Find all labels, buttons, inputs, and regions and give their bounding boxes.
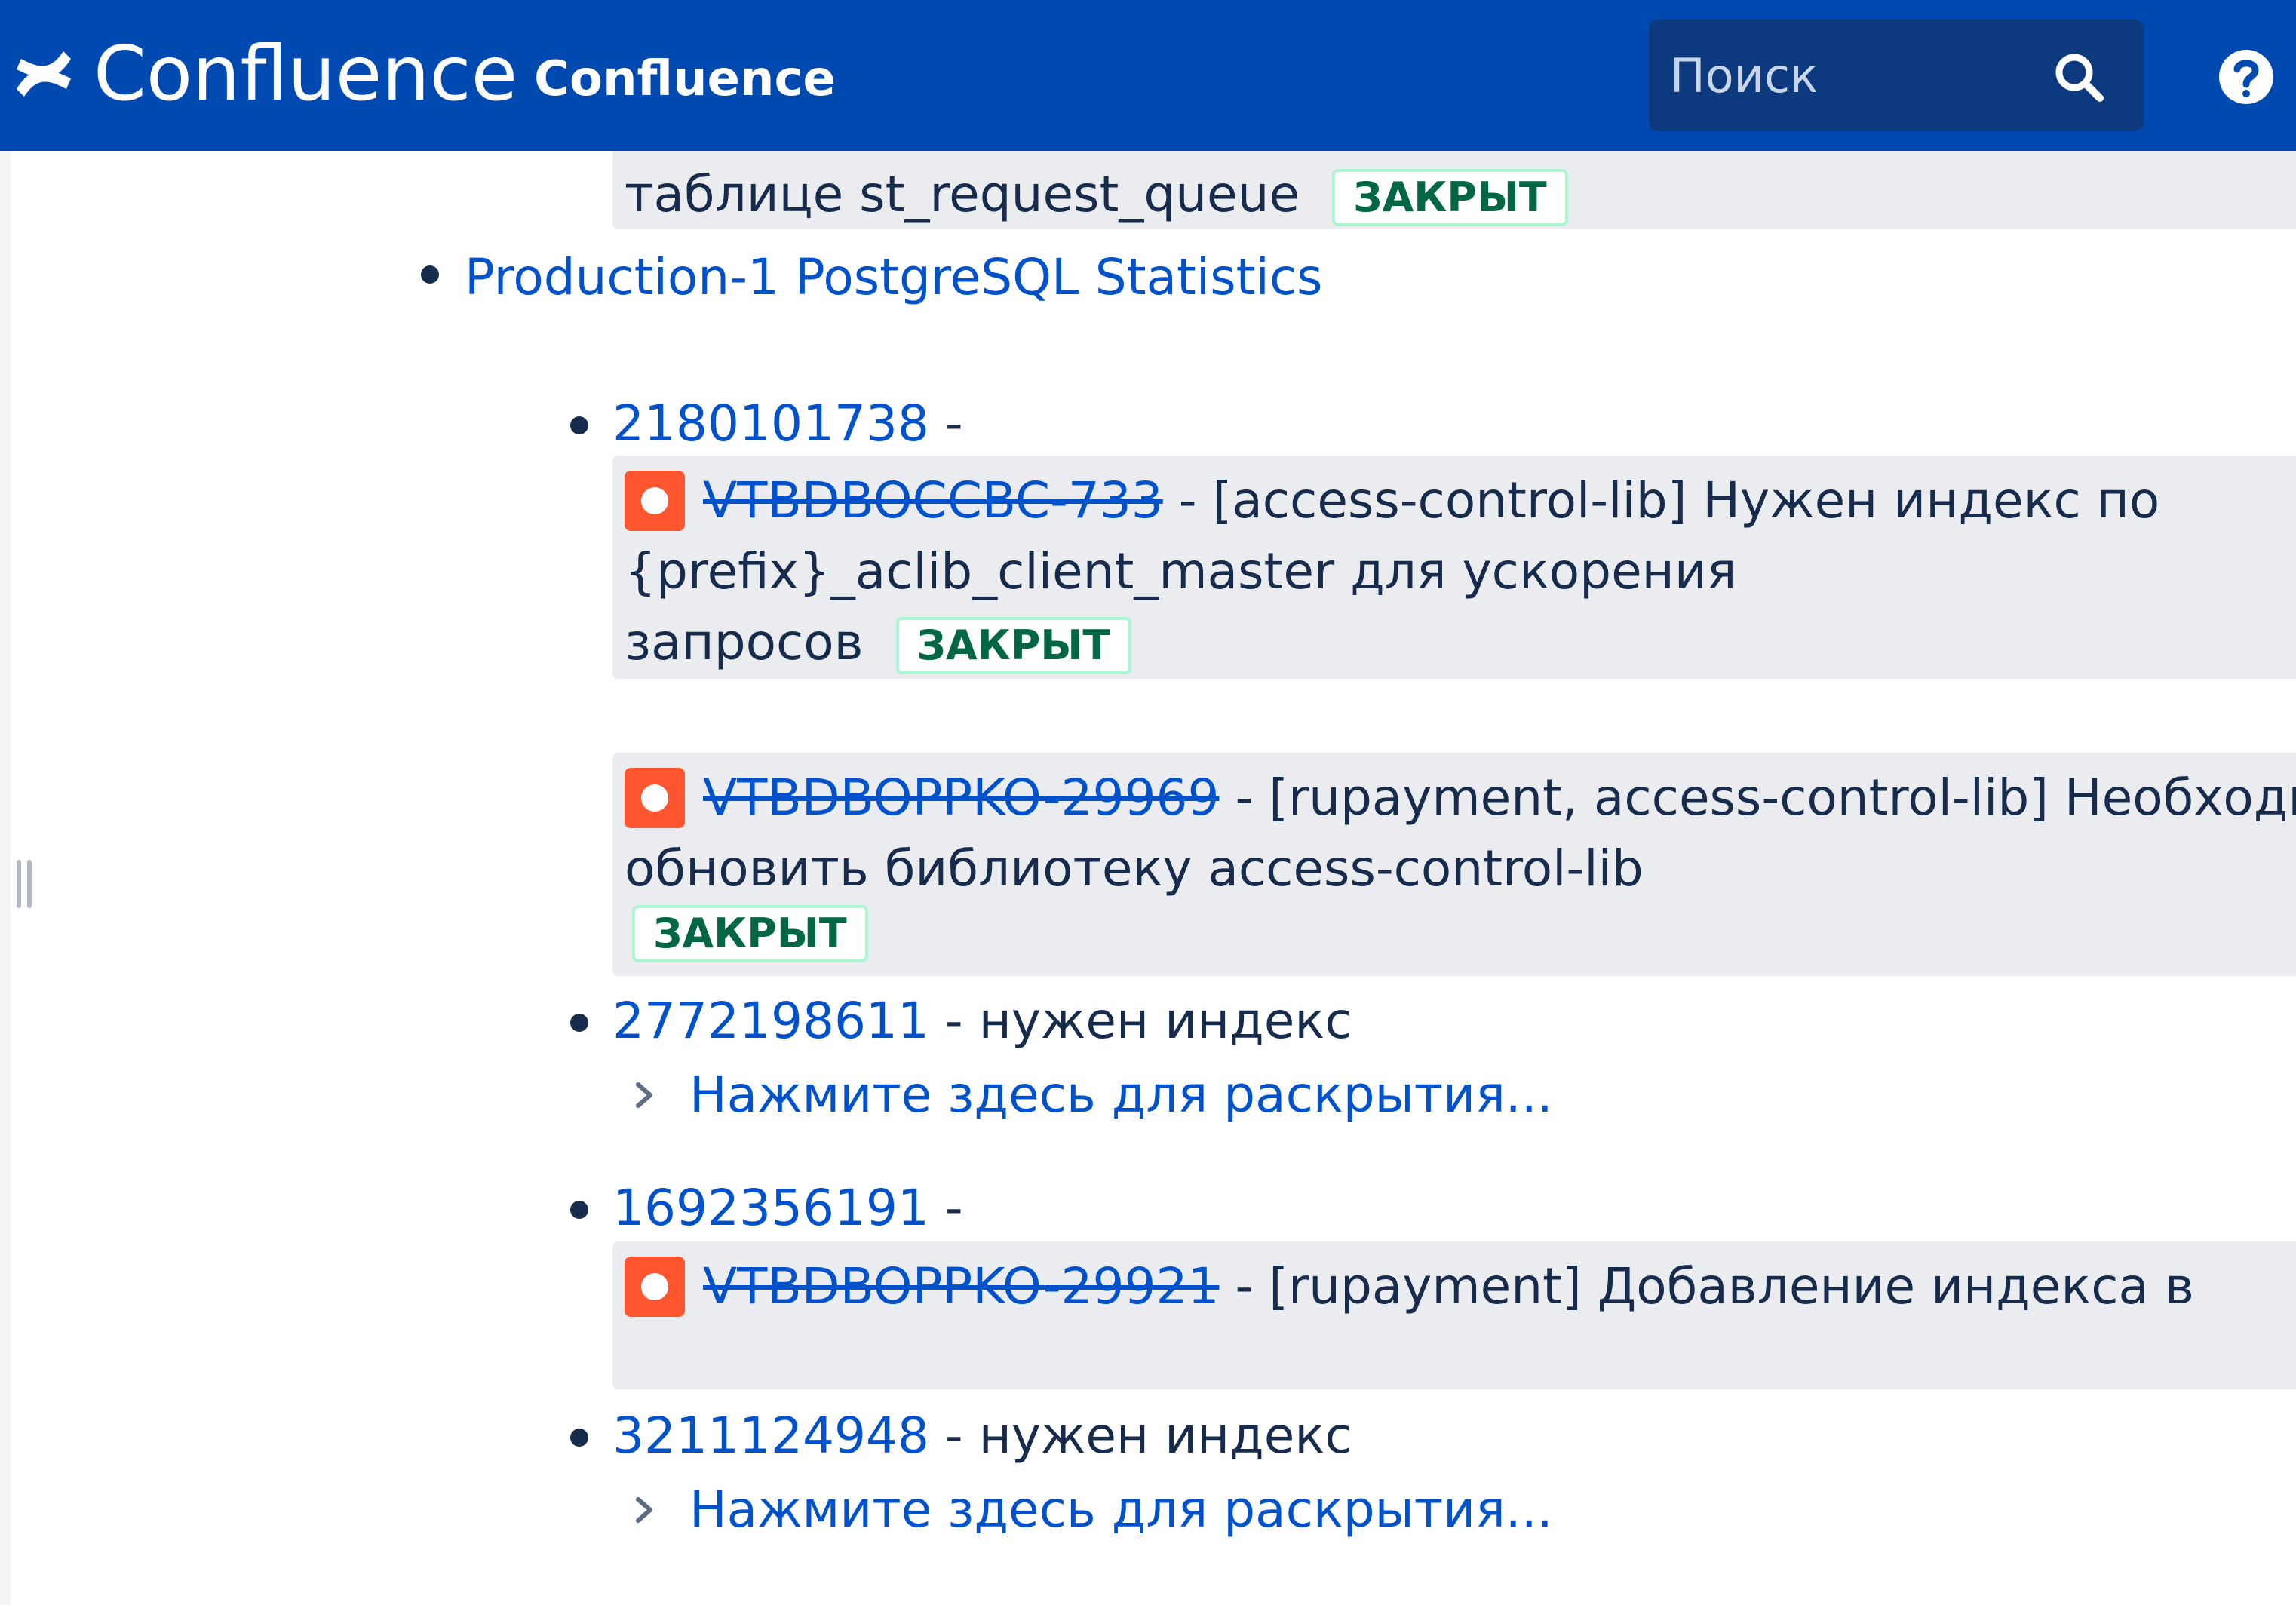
space-name-link[interactable]: Confluence bbox=[534, 47, 836, 112]
query-suffix: - bbox=[929, 394, 963, 453]
list-bullet bbox=[421, 265, 439, 284]
issue-summary-text: таблице st_request_queue ЗАКРЫТ bbox=[625, 158, 1568, 231]
list-bullet bbox=[570, 1201, 588, 1219]
list-bullet bbox=[570, 1014, 588, 1032]
confluence-logo-icon[interactable] bbox=[14, 44, 74, 104]
expand-link[interactable]: Нажмите здесь для раскрытия... bbox=[689, 1474, 1553, 1546]
search-icon[interactable] bbox=[2053, 51, 2106, 104]
issue-summary-line: - [rupayment] Добавление индекса в bbox=[1219, 1257, 2194, 1315]
help-icon[interactable] bbox=[2218, 48, 2275, 106]
jira-issue-type-icon bbox=[625, 471, 685, 531]
query-suffix: - нужен индекс bbox=[929, 1407, 1352, 1465]
jira-issue-type-icon bbox=[625, 1257, 685, 1317]
query-id-link[interactable]: 1692356191 bbox=[612, 1179, 929, 1237]
query-suffix: - нужен индекс bbox=[929, 992, 1352, 1050]
list-item: 2180101738 - bbox=[612, 388, 963, 460]
issue-summary-line: - [rupayment, access-control-lib] Необхо… bbox=[1219, 769, 2296, 827]
jira-issue-key-link[interactable]: VTBDBOPPKO-29921 bbox=[703, 1257, 1219, 1315]
list-item: 1692356191 - bbox=[612, 1172, 963, 1244]
issue-summary-text: запросов ЗАКРЫТ bbox=[625, 606, 1132, 679]
query-id-link[interactable]: 2772198611 bbox=[612, 992, 929, 1050]
issue-line: VTBDBOCCBC-733 - [access-control-lib] Ну… bbox=[703, 465, 2159, 537]
search-input[interactable] bbox=[1670, 42, 2024, 109]
list-bullet bbox=[570, 1429, 588, 1447]
sidebar-rail bbox=[0, 151, 11, 1605]
issue-summary-line: - [access-control-lib] Нужен индекс по bbox=[1162, 471, 2160, 529]
statistics-link[interactable]: Production-1 PostgreSQL Statistics bbox=[465, 241, 1323, 314]
query-suffix: - bbox=[929, 1179, 963, 1237]
list-item: 3211124948 - нужен индекс bbox=[612, 1400, 1352, 1472]
query-id-link[interactable]: 3211124948 bbox=[612, 1407, 929, 1465]
issue-line: VTBDBOPPKO-29921 - [rupayment] Добавлени… bbox=[703, 1251, 2194, 1323]
status-badge: ЗАКРЫТ bbox=[1332, 168, 1568, 226]
list-bullet bbox=[570, 416, 588, 434]
issue-line: VTBDBOPPKO-29969 - [rupayment, access-co… bbox=[703, 762, 2296, 834]
sidebar-resize-handle[interactable] bbox=[17, 860, 36, 908]
chevron-right-icon[interactable] bbox=[629, 1080, 659, 1110]
top-navigation-bar: Confluence Confluence bbox=[0, 0, 2296, 151]
jira-issue-key-link[interactable]: VTBDBOCCBC-733 bbox=[703, 471, 1163, 529]
status-badge: ЗАКРЫТ bbox=[895, 616, 1132, 674]
list-item: 2772198611 - нужен индекс bbox=[612, 985, 1352, 1057]
jira-issue-type-icon bbox=[625, 768, 685, 828]
issue-summary-line: обновить библиотеку access-control-lib bbox=[625, 839, 1644, 898]
query-id-link[interactable]: 2180101738 bbox=[612, 394, 929, 453]
expand-link[interactable]: Нажмите здесь для раскрытия... bbox=[689, 1059, 1553, 1131]
status-row: ЗАКРЫТ bbox=[632, 905, 868, 962]
search-box[interactable] bbox=[1649, 20, 2144, 131]
issue-summary-line: запросов bbox=[625, 613, 864, 671]
issue-summary-line: {prefix}_aclib_client_master для ускорен… bbox=[625, 542, 1737, 600]
issue-summary-line: таблице st_request_queue bbox=[625, 165, 1300, 223]
status-badge: ЗАКРЫТ bbox=[632, 905, 868, 962]
chevron-right-icon[interactable] bbox=[629, 1495, 659, 1525]
jira-issue-key-link[interactable]: VTBDBOPPKO-29969 bbox=[703, 769, 1219, 827]
product-name[interactable]: Confluence bbox=[94, 29, 517, 119]
